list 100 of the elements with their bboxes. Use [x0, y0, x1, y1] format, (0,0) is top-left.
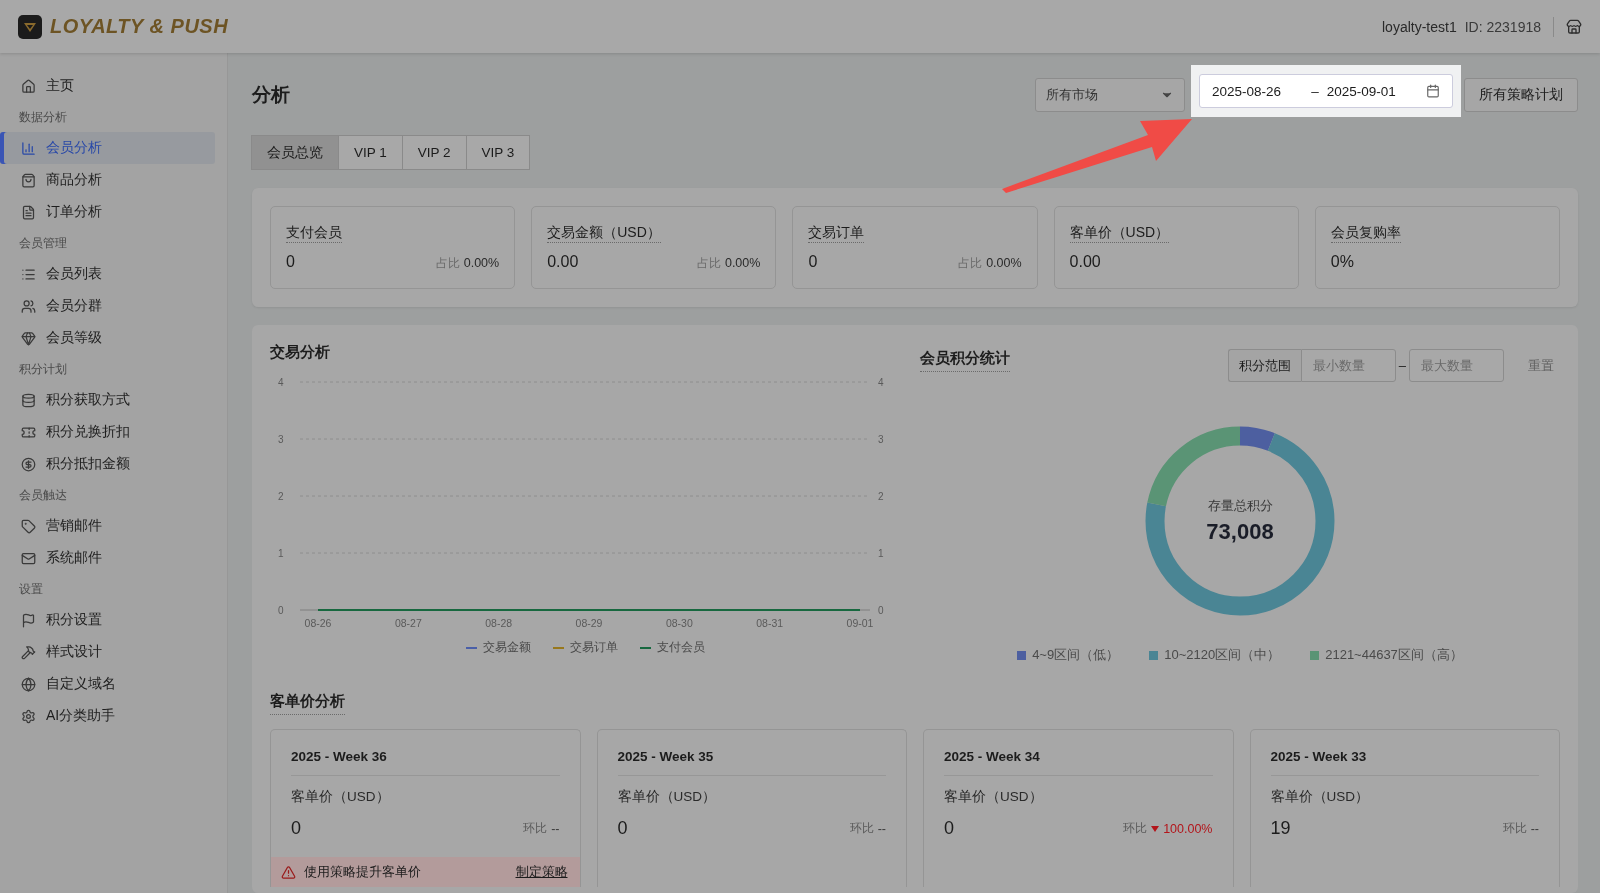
legend-label: 2121~44637区间（高）: [1325, 646, 1463, 664]
axis-label: 3: [278, 434, 284, 445]
ticket-icon: [21, 424, 36, 440]
change-value: --: [551, 821, 560, 836]
share-value: 0.00%: [986, 256, 1022, 270]
page-title: 分析: [252, 83, 291, 107]
group-label: 会员管理: [18, 234, 68, 252]
tab[interactable]: VIP 1: [338, 135, 403, 170]
range-label: 积分范围: [1227, 349, 1301, 382]
sidebar-item[interactable]: 订单分析: [4, 196, 215, 228]
tag-icon: [21, 518, 36, 534]
axis-label: 08-30: [665, 617, 693, 629]
brand-name: LOYALTY & PUSH: [50, 15, 229, 38]
week-title: 2025 - Week 33: [1270, 730, 1539, 776]
down-caret-icon: [1151, 825, 1160, 832]
sidebar-item[interactable]: 营销邮件: [4, 510, 215, 542]
sidebar-item[interactable]: 积分获取方式: [4, 384, 215, 416]
axis-label: 4: [878, 377, 884, 388]
share-value: 0.00%: [724, 256, 761, 270]
kpi-value: 0: [808, 253, 818, 271]
axis-label: 08-27: [394, 617, 422, 629]
alert-link[interactable]: 制定策略: [515, 863, 568, 881]
group-label: 设置: [18, 580, 44, 598]
week-label: 客单价（USD）: [291, 788, 391, 806]
kpi-value: 0.00: [547, 253, 579, 271]
gem-icon: [21, 330, 36, 346]
axis-label: 09-01: [846, 617, 874, 629]
change-label: 环比: [1502, 820, 1527, 837]
calendar-icon: [1426, 84, 1440, 98]
sidebar-item[interactable]: 自定义域名: [4, 668, 215, 700]
logo-icon: [18, 14, 42, 39]
sidebar-item[interactable]: 会员列表: [4, 258, 215, 290]
group-label: 数据分析: [18, 108, 68, 126]
donut-center-label: 存量总积分: [1207, 497, 1273, 515]
change-label: 环比: [1123, 820, 1148, 837]
mail-icon: [21, 550, 36, 566]
sidebar-item[interactable]: 会员等级: [4, 322, 215, 354]
week-label: 客单价（USD）: [1270, 788, 1370, 806]
date-range-field[interactable]: 2025-08-26 – 2025-09-01: [1199, 74, 1453, 108]
week-title: 2025 - Week 34: [944, 730, 1213, 776]
tab[interactable]: 会员总览: [251, 135, 339, 170]
sidebar-item[interactable]: 会员分群: [4, 290, 215, 322]
account-id: ID: 2231918: [1464, 18, 1541, 35]
week-value: 0: [617, 818, 629, 839]
kpi-label: 会员复购率: [1330, 224, 1401, 243]
tab[interactable]: VIP 3: [465, 135, 531, 170]
legend-label: 4~9区间（低）: [1032, 646, 1120, 664]
bar-chart-icon: [21, 140, 36, 156]
axis-label: 1: [278, 548, 284, 559]
change-value: --: [1530, 821, 1539, 836]
share-label: 占比: [958, 255, 983, 272]
share-label: 占比: [696, 255, 721, 272]
sidebar-item[interactable]: 积分设置: [4, 604, 215, 636]
section-title: 客单价分析: [270, 692, 345, 715]
sidebar-item[interactable]: 商品分析: [4, 164, 215, 196]
change-value: 100.00%: [1163, 821, 1213, 836]
axis-label: 08-28: [485, 617, 513, 629]
range-separator: –: [1398, 358, 1406, 373]
warning-icon: [281, 864, 296, 880]
kpi-value: 0: [286, 253, 295, 271]
globe-icon: [21, 676, 36, 692]
tab[interactable]: VIP 2: [401, 135, 467, 170]
database-icon: [21, 392, 36, 408]
change-label: 环比: [849, 820, 874, 837]
week-title: 2025 - Week 36: [291, 730, 560, 776]
legend-label: 支付会员: [656, 640, 705, 655]
section-title: 交易分析: [270, 343, 331, 362]
change-label: 环比: [523, 820, 548, 837]
sidebar-item[interactable]: 系统邮件: [4, 542, 215, 574]
sidebar-item[interactable]: AI分类助手: [4, 700, 215, 732]
plan-button[interactable]: 所有策略计划: [1464, 78, 1578, 112]
kpi-label: 交易订单: [808, 224, 865, 243]
sidebar-item[interactable]: 样式设计: [4, 636, 215, 668]
axis-label: 1: [878, 548, 884, 559]
sidebar-item[interactable]: 主页: [4, 70, 215, 102]
axis-label: 0: [278, 605, 284, 616]
section-title: 会员积分统计: [920, 349, 1010, 372]
store-icon[interactable]: [1566, 18, 1582, 35]
min-input[interactable]: 最小数量: [1300, 349, 1396, 382]
legend-label: 10~2120区间（中）: [1164, 646, 1281, 664]
max-input[interactable]: 最大数量: [1409, 349, 1504, 382]
sidebar-item[interactable]: 积分兑换折扣: [4, 416, 215, 448]
kpi-label: 客单价（USD）: [1069, 224, 1170, 243]
axis-label: 08-29: [575, 617, 603, 629]
sidebar-item[interactable]: 积分抵扣金额: [4, 448, 215, 480]
flag-icon: [21, 612, 36, 628]
market-select[interactable]: 所有市场: [1035, 78, 1185, 112]
donut-total: 73,008: [1206, 518, 1274, 545]
legend-label: 交易金额: [482, 640, 531, 655]
account-name: loyalty-test1: [1382, 18, 1457, 35]
week-title: 2025 - Week 35: [617, 730, 886, 776]
group-label: 积分计划: [18, 360, 68, 378]
legend-label: 交易订单: [569, 640, 618, 655]
share-label: 占比: [435, 255, 460, 272]
axis-label: 2: [878, 491, 884, 502]
home-icon: [21, 78, 36, 94]
kpi-value: 0%: [1330, 253, 1354, 271]
axis-label: 0: [878, 605, 884, 616]
change-value: --: [877, 821, 886, 836]
list-icon: [21, 266, 36, 282]
